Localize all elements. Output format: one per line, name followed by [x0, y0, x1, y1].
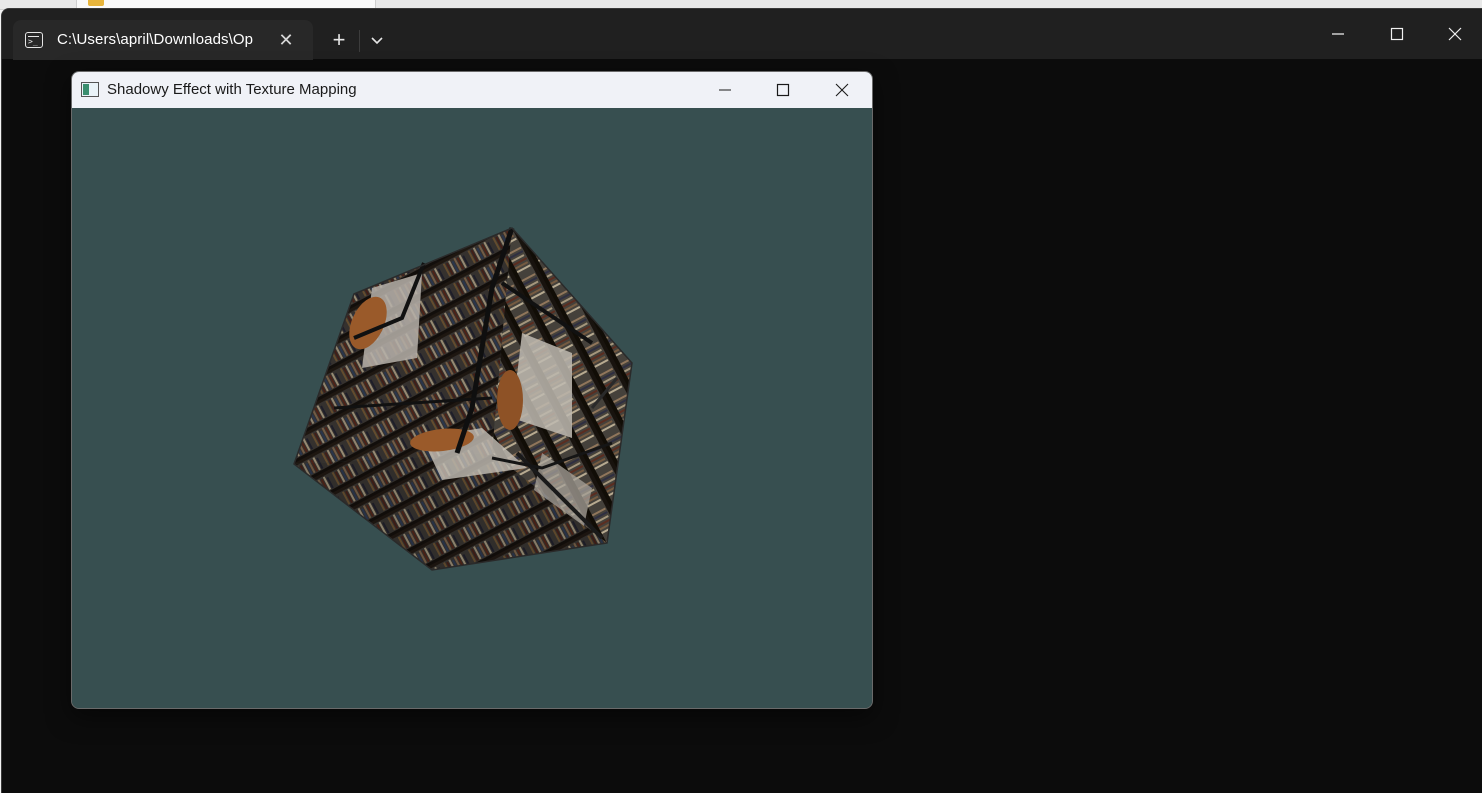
- folder-icon: [88, 0, 104, 6]
- maximize-button[interactable]: [754, 72, 812, 108]
- minimize-button[interactable]: [1309, 9, 1367, 59]
- close-icon: [835, 83, 849, 97]
- chevron-down-icon[interactable]: [364, 29, 390, 53]
- terminal-icon: >_: [25, 32, 43, 48]
- terminal-titlebar[interactable]: >_ C:\Users\april\Downloads\Op ✕ +: [2, 9, 1482, 60]
- textured-cube: [293, 227, 633, 571]
- close-icon[interactable]: ✕: [275, 29, 297, 51]
- minimize-icon: [719, 89, 731, 91]
- terminal-tab[interactable]: >_ C:\Users\april\Downloads\Op ✕: [13, 20, 313, 60]
- terminal-tab-title: C:\Users\april\Downloads\Op: [57, 31, 254, 48]
- maximize-icon: [1390, 27, 1404, 41]
- tab-divider: [359, 30, 360, 52]
- minimize-icon: [1332, 33, 1344, 35]
- close-button[interactable]: [813, 72, 871, 108]
- window-title: Shadowy Effect with Texture Mapping: [107, 81, 357, 98]
- minimize-button[interactable]: [696, 72, 754, 108]
- maximize-icon: [776, 83, 790, 97]
- chair-shape: [497, 370, 523, 430]
- opengl-window: Shadowy Effect with Texture Mapping: [71, 71, 873, 709]
- maximize-button[interactable]: [1368, 9, 1426, 59]
- close-icon: [1448, 27, 1462, 41]
- opengl-titlebar[interactable]: Shadowy Effect with Texture Mapping: [72, 72, 872, 108]
- window-close-button[interactable]: [1426, 9, 1482, 59]
- new-tab-button[interactable]: +: [324, 27, 354, 55]
- opengl-viewport[interactable]: [72, 108, 872, 708]
- app-window-icon: [81, 82, 99, 97]
